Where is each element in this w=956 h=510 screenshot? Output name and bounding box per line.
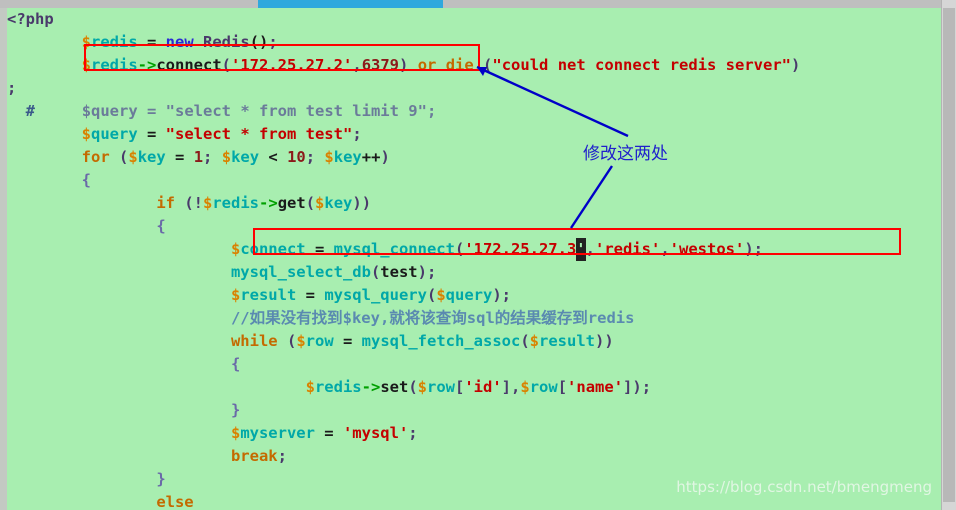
code-line: <?php [7,10,54,28]
horizontal-scrollbar[interactable] [0,0,956,8]
code-line: { [81,171,91,189]
code-line-comment: //如果没有找到$key,就将该查询sql的结果缓存到redis [230,309,635,327]
code-line: $redis->connect('172.25.27.2',6379) or d… [81,56,801,74]
code-line: $query = "select * from test"; [81,125,362,143]
code-line: $connect = mysql_connect('172.25.27.3','… [7,238,763,261]
screenshot-root: <?php $redis = new Redis(); $redis->conn… [0,0,956,510]
code-line: $result = mysql_query($query); [230,286,512,304]
horizontal-scrollbar-thumb[interactable] [258,0,443,8]
code-line: break; [230,447,287,465]
editor-left-gutter [0,8,7,510]
code-line: mysql_select_db(test); [230,263,437,281]
code-line: } [156,470,166,488]
code-line: $redis->set($row['id'],$row['name']); [305,378,652,396]
text-cursor: ' [576,238,586,261]
code-line: ; [7,79,17,97]
code-line: $myserver = 'mysql'; [230,424,418,442]
annotation-note-text: 修改这两处 [583,144,668,164]
code-line: while ($row = mysql_fetch_assoc($result)… [230,332,614,350]
code-line: for ($key = 1; $key < 10; $key++) [81,148,390,166]
code-line: else [156,493,194,510]
vertical-scrollbar-thumb[interactable] [943,8,955,502]
code-editor-text[interactable]: <?php $redis = new Redis(); $redis->conn… [7,8,933,510]
code-line: { [230,355,241,373]
vertical-scrollbar[interactable] [941,0,956,510]
code-line: # $query = "select * from test limit 9"; [25,102,437,120]
code-line: if (!$redis->get($key)) [156,194,372,212]
code-line: $redis = new Redis(); [81,33,278,51]
watermark-text: https://blog.csdn.net/bmengmeng [676,478,932,496]
code-line: } [230,401,241,419]
code-line: { [156,217,166,235]
